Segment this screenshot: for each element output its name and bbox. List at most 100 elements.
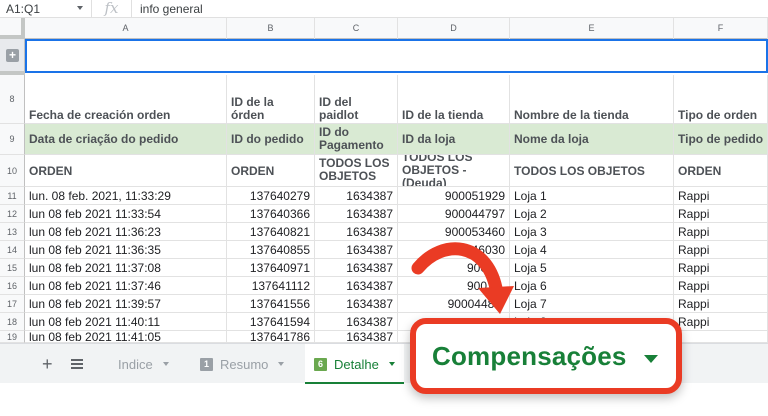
cell[interactable]: lun 08 feb 2021 11:40:11: [25, 313, 227, 330]
name-box[interactable]: A1:Q1: [0, 0, 92, 18]
row-header-8[interactable]: 8: [0, 75, 25, 124]
cell[interactable]: Nome da loja: [510, 124, 674, 154]
expand-rows-icon[interactable]: +: [6, 49, 19, 62]
cell[interactable]: 1634387: [315, 241, 398, 258]
cell[interactable]: 137640971: [227, 259, 315, 276]
row-header-17[interactable]: 17: [0, 295, 25, 313]
cell[interactable]: Loja 5: [510, 259, 674, 276]
select-all-corner[interactable]: [0, 18, 25, 39]
cell[interactable]: TODOS LOS OBJETOS: [315, 155, 398, 186]
cell[interactable]: 137641786: [227, 331, 315, 342]
cell[interactable]: 1634387: [315, 331, 398, 342]
row-header-12[interactable]: 12: [0, 205, 25, 223]
cell[interactable]: 1634387: [315, 187, 398, 204]
cell[interactable]: ID del paidlot: [315, 75, 398, 123]
cell[interactable]: 1634387: [315, 295, 398, 312]
column-header-a[interactable]: A: [25, 18, 227, 39]
tab-label: Indice: [118, 356, 153, 372]
cell[interactable]: [674, 331, 768, 342]
cell[interactable]: lun 08 feb 2021 11:37:08: [25, 259, 227, 276]
row-header-15[interactable]: 15: [0, 259, 25, 277]
row-header-11[interactable]: 11: [0, 187, 25, 205]
cell[interactable]: TODOS LOS OBJETOS: [510, 155, 674, 186]
chevron-down-icon[interactable]: [77, 5, 83, 10]
cell[interactable]: Loja 7: [510, 295, 674, 312]
cell[interactable]: 137640366: [227, 205, 315, 222]
cell[interactable]: lun. 08 feb. 2021, 11:33:29: [25, 187, 227, 204]
column-header-b[interactable]: B: [227, 18, 315, 39]
tab-resumo[interactable]: 1 Resumo: [192, 344, 292, 384]
cell[interactable]: Data de criação do pedido: [25, 124, 227, 154]
column-header-f[interactable]: F: [674, 18, 768, 39]
table-row: Data de criação do pedido ID do pedido I…: [25, 124, 768, 155]
cell[interactable]: 137641556: [227, 295, 315, 312]
cell[interactable]: lun 08 feb 2021 11:36:23: [25, 223, 227, 240]
cell[interactable]: Rappi: [674, 313, 768, 330]
cell[interactable]: ORDEN: [25, 155, 227, 186]
cell[interactable]: 137640855: [227, 241, 315, 258]
cell[interactable]: ID do pedido: [227, 124, 315, 154]
formula-input[interactable]: info general: [132, 2, 203, 16]
cell[interactable]: 1634387: [315, 205, 398, 222]
chevron-down-icon[interactable]: [162, 362, 169, 366]
row-header-13[interactable]: 13: [0, 223, 25, 241]
cell[interactable]: ORDEN: [227, 155, 315, 186]
cell[interactable]: Rappi: [674, 223, 768, 240]
cell[interactable]: 1634387: [315, 277, 398, 294]
row-header-18[interactable]: 18: [0, 313, 25, 331]
cell[interactable]: Rappi: [674, 241, 768, 258]
column-header-c[interactable]: C: [315, 18, 398, 39]
selected-range-row-1[interactable]: [25, 39, 768, 73]
row-header-9[interactable]: 9: [0, 124, 25, 155]
tab-callout[interactable]: Compensações: [410, 318, 682, 394]
cell[interactable]: lun 08 feb 2021 11:39:57: [25, 295, 227, 312]
cell[interactable]: 137641112: [227, 277, 315, 294]
cell[interactable]: lun 08 feb 2021 11:41:05: [25, 331, 227, 342]
cell[interactable]: Rappi: [674, 205, 768, 222]
cell[interactable]: Rappi: [674, 295, 768, 312]
cell[interactable]: Rappi: [674, 187, 768, 204]
cell[interactable]: ID do Pagamento: [315, 124, 398, 154]
column-header-e[interactable]: E: [510, 18, 674, 39]
cell[interactable]: 900051929: [398, 187, 510, 204]
cell[interactable]: Tipo de pedido: [674, 124, 768, 154]
row-header-10[interactable]: 10: [0, 155, 25, 187]
cell[interactable]: lun 08 feb 2021 11:36:35: [25, 241, 227, 258]
curved-arrow-icon: [411, 242, 514, 314]
cell[interactable]: Loja 2: [510, 205, 674, 222]
cell[interactable]: Nombre de la tienda: [510, 75, 674, 123]
cell[interactable]: Rappi: [674, 277, 768, 294]
cell[interactable]: TODOS LOS OBJETOS - (Deuda): [398, 155, 510, 186]
cell[interactable]: 137640821: [227, 223, 315, 240]
cell[interactable]: ID de la órden: [227, 75, 315, 123]
tab-detalhe[interactable]: 6 Detalhe: [305, 344, 404, 384]
all-sheets-icon[interactable]: [71, 359, 83, 369]
cell[interactable]: 137641594: [227, 313, 315, 330]
cell[interactable]: Loja 6: [510, 277, 674, 294]
cell[interactable]: ORDEN: [674, 155, 768, 186]
cell[interactable]: 137640279: [227, 187, 315, 204]
cell[interactable]: Loja 1: [510, 187, 674, 204]
cell[interactable]: ID da loja: [398, 124, 510, 154]
cell[interactable]: Loja 4: [510, 241, 674, 258]
column-header-d[interactable]: D: [398, 18, 510, 39]
chevron-down-icon[interactable]: [644, 355, 658, 363]
cell[interactable]: lun 08 feb 2021 11:37:46: [25, 277, 227, 294]
row-header-16[interactable]: 16: [0, 277, 25, 295]
row-header-14[interactable]: 14: [0, 241, 25, 259]
tab-indice[interactable]: Indice: [110, 344, 177, 384]
cell[interactable]: Loja 3: [510, 223, 674, 240]
cell[interactable]: ID de la tienda: [398, 75, 510, 123]
cell[interactable]: Rappi: [674, 259, 768, 276]
cell[interactable]: lun 08 feb 2021 11:33:54: [25, 205, 227, 222]
cell[interactable]: 1634387: [315, 259, 398, 276]
add-sheet-icon[interactable]: +: [42, 354, 53, 375]
chevron-down-icon[interactable]: [278, 362, 285, 366]
cell[interactable]: Fecha de creación orden: [25, 75, 227, 123]
cell[interactable]: 900044797: [398, 205, 510, 222]
row-header-19[interactable]: 19: [0, 331, 25, 343]
cell[interactable]: 1634387: [315, 313, 398, 330]
cell[interactable]: Tipo de orden: [674, 75, 768, 123]
cell[interactable]: 1634387: [315, 223, 398, 240]
chevron-down-icon[interactable]: [388, 362, 395, 366]
